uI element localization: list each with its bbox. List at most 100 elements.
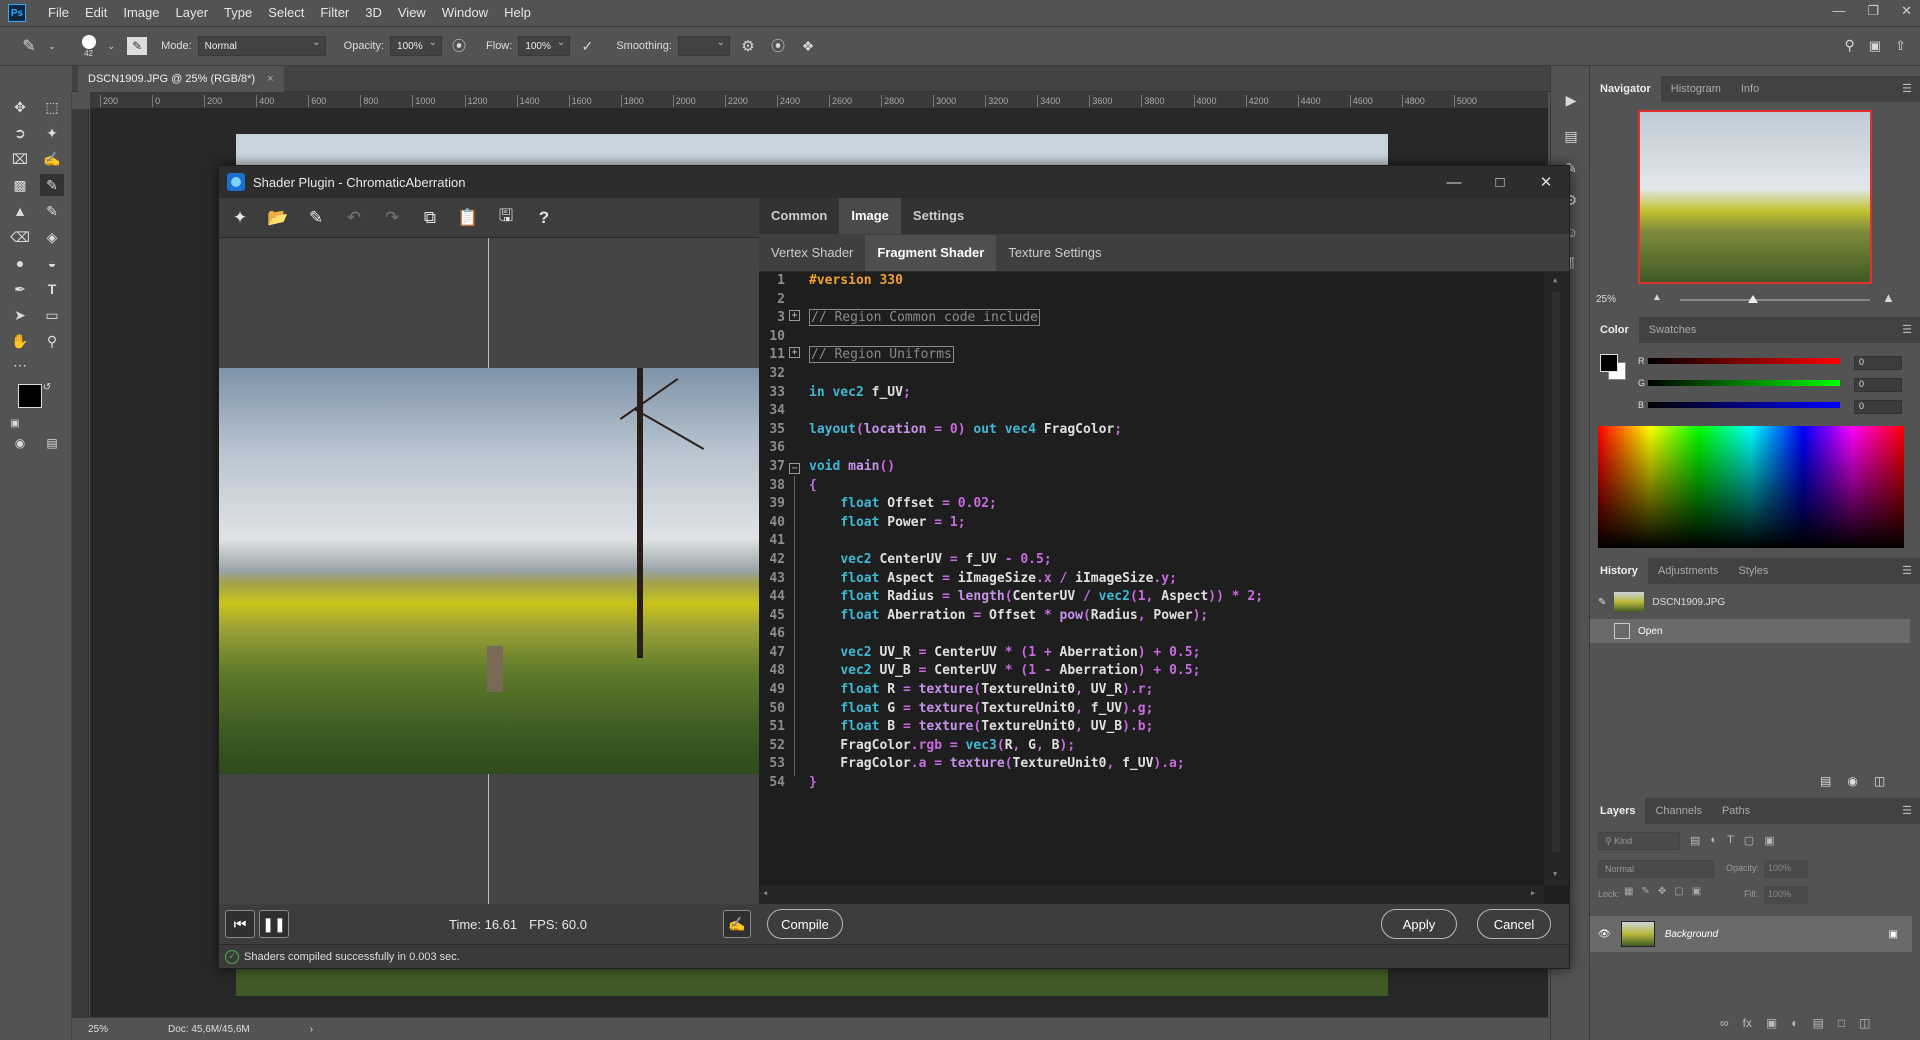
gear-icon[interactable]: ⚙ — [736, 37, 760, 55]
paste-icon[interactable]: 📋 — [455, 205, 481, 231]
lock-position-icon[interactable]: ✥ — [1658, 886, 1666, 897]
tab-settings[interactable]: Settings — [901, 198, 976, 234]
tab-layers[interactable]: Layers — [1590, 798, 1646, 824]
copy-icon[interactable]: ⧉ — [417, 205, 443, 231]
type-tool-icon[interactable]: T — [40, 278, 64, 300]
workspace-icon[interactable]: ▣ — [1869, 37, 1881, 54]
panel-menu-icon[interactable]: ☰ — [1902, 798, 1912, 824]
hand-tool-icon[interactable]: ✋ — [8, 330, 32, 352]
fill-input[interactable]: 100% — [1764, 886, 1808, 904]
dodge-tool-icon[interactable]: ◒ — [40, 252, 64, 274]
tab-color[interactable]: Color — [1590, 317, 1639, 343]
layer-blend-mode-select[interactable]: Normal — [1598, 860, 1714, 878]
search-icon[interactable]: ⚲ — [1845, 37, 1855, 54]
channel-b-input[interactable]: 0 — [1854, 400, 1902, 414]
rectangle-tool-icon[interactable]: ▭ — [40, 304, 64, 326]
compile-button[interactable]: Compile — [767, 909, 843, 939]
tab-history[interactable]: History — [1590, 558, 1648, 584]
mode-select[interactable]: Normal — [197, 36, 326, 56]
vertical-scrollbar[interactable]: ▲ ▼ — [1544, 272, 1569, 886]
airbrush-icon[interactable]: ✓ — [576, 38, 598, 55]
new-group-icon[interactable]: ▤ — [1813, 1016, 1824, 1030]
close-icon[interactable]: ✕ — [1901, 0, 1912, 22]
marquee-tool-icon[interactable]: ⬚ — [40, 96, 64, 118]
type-filter-icon[interactable]: T — [1727, 834, 1734, 847]
undo-icon[interactable]: ↶ — [341, 205, 367, 231]
brush-preset-picker[interactable]: 42 — [76, 34, 102, 58]
eye-icon[interactable]: 👁 — [1598, 929, 1611, 940]
menu-window[interactable]: Window — [434, 0, 496, 26]
crop-tool-icon[interactable]: ⌧ — [8, 148, 32, 170]
opacity-input[interactable]: 100% — [390, 36, 443, 56]
new-file-icon[interactable]: ✦ — [227, 205, 253, 231]
layer-filter-select[interactable]: ⚲ Kind — [1598, 832, 1680, 850]
paint-bucket-icon[interactable]: ◈ — [40, 226, 64, 248]
healing-brush-icon[interactable]: ▩ — [8, 174, 32, 196]
channel-r-slider[interactable] — [1648, 358, 1840, 364]
tab-histogram[interactable]: Histogram — [1661, 76, 1731, 102]
add-mask-icon[interactable]: ▣ — [1766, 1016, 1777, 1030]
horizontal-scrollbar[interactable]: ◀ ▶ — [759, 886, 1544, 904]
history-item[interactable]: ✎ DSCN1909.JPG — [1590, 588, 1910, 616]
artboard-icon[interactable]: ▢ — [1674, 886, 1683, 897]
tab-paths[interactable]: Paths — [1712, 798, 1760, 824]
close-tab-icon[interactable]: × — [267, 73, 273, 85]
tab-channels[interactable]: Channels — [1645, 798, 1711, 824]
preview-area[interactable] — [219, 238, 759, 904]
eyedropper-tool-icon[interactable]: ✍ — [40, 148, 64, 170]
smart-object-filter-icon[interactable]: ▣ — [1764, 834, 1774, 847]
close-icon[interactable]: ✕ — [1523, 166, 1569, 198]
panel-menu-icon[interactable]: ☰ — [1902, 76, 1912, 102]
zoom-level[interactable]: 25% — [88, 1024, 108, 1035]
chevron-down-icon[interactable]: ⌄ — [48, 41, 56, 52]
symmetry-icon[interactable]: ❖ — [796, 38, 820, 55]
channel-g-input[interactable]: 0 — [1854, 378, 1902, 392]
eraser-tool-icon[interactable]: ⌫ — [8, 226, 32, 248]
foreground-color-swatch[interactable] — [18, 384, 42, 408]
help-icon[interactable]: ? — [531, 205, 557, 231]
channel-g-slider[interactable] — [1648, 380, 1840, 386]
blur-tool-icon[interactable]: ● — [8, 252, 32, 274]
brush-settings-icon[interactable]: ✎ — [127, 37, 148, 55]
lock-all-icon[interactable]: ▣ — [1692, 886, 1701, 897]
lock-transparency-icon[interactable]: ▦ — [1624, 886, 1633, 897]
tab-styles[interactable]: Styles — [1728, 558, 1778, 584]
history-brush-icon[interactable]: ✎ — [40, 200, 64, 222]
lock-pixels-icon[interactable]: ✎ — [1641, 886, 1649, 897]
menu-3d[interactable]: 3D — [357, 0, 390, 26]
menu-edit[interactable]: Edit — [77, 0, 115, 26]
flow-input[interactable]: 100% — [518, 36, 571, 56]
trash-icon[interactable]: ◫ — [1874, 774, 1885, 788]
lasso-tool-icon[interactable]: ➲ — [8, 122, 32, 144]
channel-b-slider[interactable] — [1648, 402, 1840, 408]
cancel-button[interactable]: Cancel — [1477, 909, 1551, 939]
link-layers-icon[interactable]: ∞ — [1720, 1016, 1729, 1030]
swap-colors-icon[interactable]: ↺ — [40, 380, 54, 394]
pause-button[interactable]: ❚❚ — [259, 910, 289, 938]
minimize-icon[interactable]: — — [1431, 166, 1477, 198]
tab-texture-settings[interactable]: Texture Settings — [996, 235, 1113, 271]
menu-view[interactable]: View — [390, 0, 434, 26]
chevron-right-icon[interactable]: › — [310, 1024, 313, 1035]
scroll-right-icon[interactable]: ▶ — [1531, 889, 1535, 897]
tab-image[interactable]: Image — [839, 198, 901, 234]
brush-tool-icon[interactable]: ✎ — [16, 36, 42, 56]
brush-tool-icon[interactable]: ✎ — [40, 174, 64, 196]
quick-mask-icon[interactable]: ◉ — [8, 432, 32, 454]
magic-wand-icon[interactable]: ✦ — [40, 122, 64, 144]
menu-image[interactable]: Image — [115, 0, 167, 26]
redo-icon[interactable]: ↷ — [379, 205, 405, 231]
menu-select[interactable]: Select — [260, 0, 312, 26]
open-folder-icon[interactable]: 📂 — [265, 205, 291, 231]
save-as-icon[interactable]: ✎ — [303, 205, 329, 231]
screen-mode-icon[interactable]: ▤ — [40, 432, 64, 454]
zoom-tool-icon[interactable]: ⚲ — [40, 330, 64, 352]
history-item[interactable]: Open — [1590, 619, 1910, 643]
smoothing-input[interactable] — [677, 36, 730, 56]
code-text[interactable]: #version 330 // Region Common code inclu… — [809, 272, 1544, 886]
tab-common[interactable]: Common — [759, 198, 839, 234]
history-brush-source-icon[interactable]: ✎ — [1598, 597, 1606, 608]
adjustment-filter-icon[interactable]: ◐ — [1710, 834, 1717, 847]
play-icon[interactable]: ▶ — [1559, 88, 1583, 112]
default-colors-icon[interactable]: ▣ — [8, 416, 22, 430]
